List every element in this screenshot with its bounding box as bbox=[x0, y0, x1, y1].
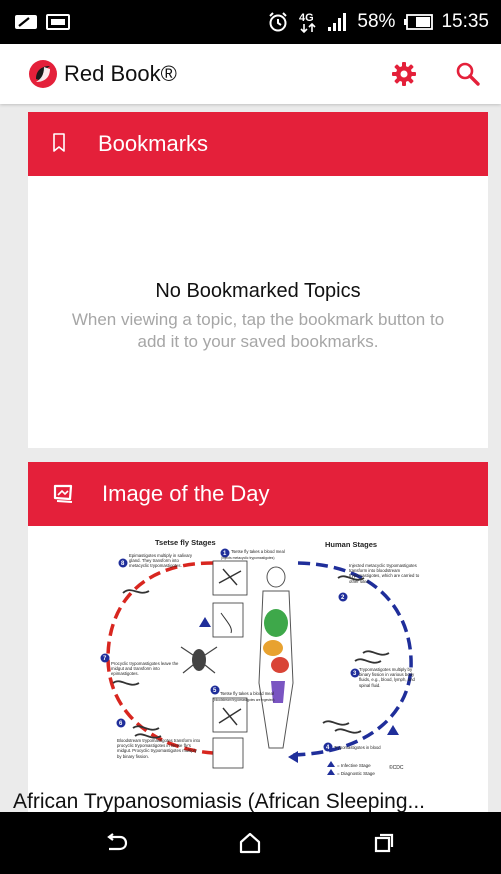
image-of-the-day-title: Image of the Day bbox=[102, 481, 270, 506]
clock: 15:35 bbox=[441, 11, 489, 32]
empty-description: When viewing a topic, tap the bookmark b… bbox=[71, 309, 445, 351]
bookmarks-empty-state: No Bookmarked Topics When viewing a topi… bbox=[28, 176, 488, 448]
home-icon[interactable] bbox=[220, 818, 280, 868]
image-notification-icon bbox=[46, 13, 70, 31]
network-label: 4G bbox=[299, 12, 314, 24]
step3-label-box: Trypomastigotes multiply by binary fissi… bbox=[359, 667, 415, 688]
lifecycle-diagram: Tsetse fly Stages Human Stages 1 2 3 4 5… bbox=[93, 533, 423, 783]
status-bar: 4G 58% 15:35 bbox=[0, 0, 501, 44]
recent-apps-icon[interactable] bbox=[354, 818, 414, 868]
step6-label: Bloodstream trypomastigotes transform in… bbox=[117, 738, 201, 759]
signal-notification-icon bbox=[14, 13, 38, 31]
human-title: Human Stages bbox=[325, 540, 377, 549]
step2-label-box: Injected metacyclic trypomastigotes tran… bbox=[349, 563, 420, 584]
bookmark-icon bbox=[52, 132, 70, 156]
app-title: Red Book® bbox=[64, 61, 177, 86]
alarm-icon bbox=[267, 11, 289, 33]
step8-label: Epimastigotes multiply in salivary gland… bbox=[129, 553, 193, 569]
app-actions bbox=[389, 59, 487, 89]
step7-label: Procyclic trypomastigotes leave the midg… bbox=[111, 661, 179, 677]
step3-label: Trypomastigotes multiply by binary fissi… bbox=[359, 667, 415, 688]
step4-label: Trypomastigotes in blood bbox=[334, 745, 381, 750]
image-of-the-day-header[interactable]: Image of the Day bbox=[28, 462, 488, 526]
step2-label: Injected metacyclic trypomastigotes tran… bbox=[349, 563, 420, 584]
brand: Red Book® bbox=[28, 59, 177, 89]
settings-gear-icon[interactable] bbox=[389, 59, 419, 89]
search-icon[interactable] bbox=[453, 59, 483, 89]
bookmarks-card: Bookmarks No Bookmarked Topics When view… bbox=[28, 112, 488, 448]
status-right: 4G 58% 15:35 bbox=[267, 10, 489, 34]
photo-frame-icon bbox=[52, 483, 74, 505]
legend-infective: = Infective Stage bbox=[337, 763, 371, 768]
empty-title: No Bookmarked Topics bbox=[155, 279, 361, 302]
main-content: Bookmarks No Bookmarked Topics When view… bbox=[0, 104, 501, 812]
signal-bars-icon bbox=[327, 12, 349, 32]
battery-percent: 58% bbox=[357, 11, 396, 32]
bookmarks-header[interactable]: Bookmarks bbox=[28, 112, 488, 176]
image-caption[interactable]: African Trypanosomiasis (African Sleepin… bbox=[0, 790, 488, 812]
bookmarks-title: Bookmarks bbox=[98, 131, 209, 156]
cdc-credit: ©CDC bbox=[389, 764, 404, 771]
step8-label-box: Epimastigotes multiply in salivary gland… bbox=[129, 553, 193, 569]
tsetse-title: Tsetse fly Stages bbox=[155, 538, 216, 547]
trypanosomiasis-lifecycle-image[interactable]: Tsetse fly Stages Human Stages 1 2 3 4 5… bbox=[28, 526, 488, 784]
legend-diagnostic: = Diagnostic Stage bbox=[337, 771, 375, 776]
app-bar: Red Book® bbox=[0, 44, 501, 104]
navigation-bar bbox=[0, 812, 501, 874]
4g-icon: 4G bbox=[297, 10, 319, 34]
step7-label-box: Procyclic trypomastigotes leave the midg… bbox=[111, 661, 179, 677]
step5-sub-label: (bloodstream trypomastigotes are ingeste… bbox=[213, 698, 274, 702]
step1-sub-label: (injects metacyclic trypomastigotes) bbox=[221, 556, 275, 560]
red-book-logo bbox=[28, 59, 58, 89]
image-of-the-day-card[interactable]: Image of the Day Tsetse fly Stages Human… bbox=[13, 462, 488, 812]
step1-label: Tsetse fly takes a blood meal bbox=[231, 549, 285, 554]
battery-icon bbox=[403, 13, 434, 31]
status-left bbox=[14, 13, 70, 31]
back-icon[interactable] bbox=[87, 818, 147, 868]
step5-label: Tsetse fly takes a blood meal bbox=[220, 691, 274, 696]
step6-label-box: Bloodstream trypomastigotes transform in… bbox=[117, 738, 201, 759]
